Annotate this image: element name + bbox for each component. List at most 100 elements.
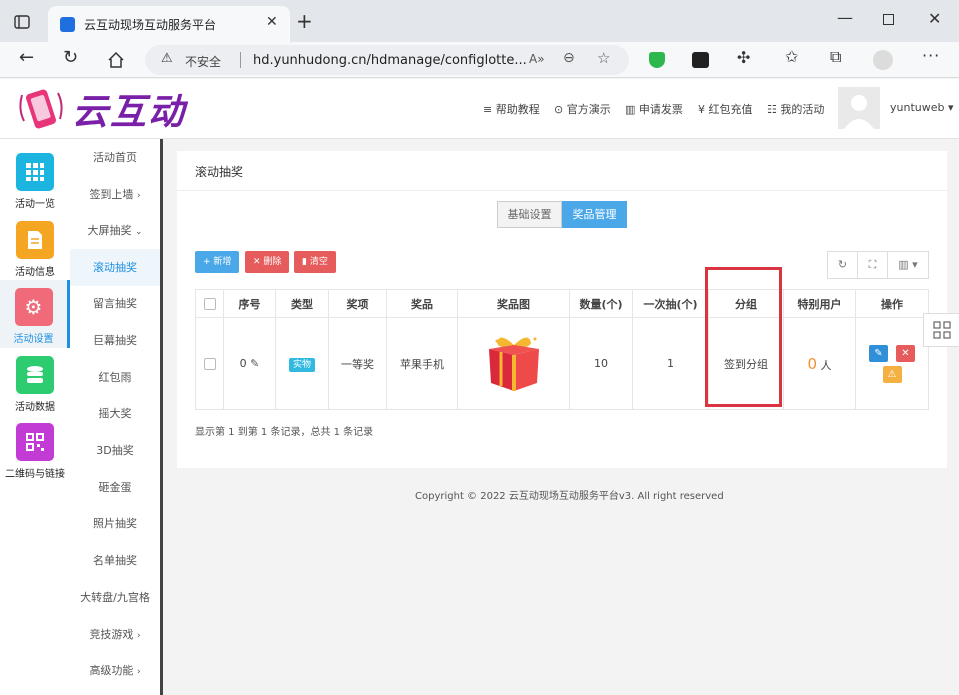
read-aloud-icon[interactable]: A» (529, 52, 545, 66)
pagination-info: 显示第 1 到第 1 条记录，总共 1 条记录 (195, 427, 374, 438)
remove-button[interactable]: ✕ (896, 344, 915, 362)
delete-button[interactable]: ✕ 删除 (245, 251, 290, 273)
maximize-icon[interactable] (883, 14, 894, 25)
extension-icon[interactable] (692, 52, 709, 68)
sub-item-golden-egg[interactable]: 砸金蛋 (70, 469, 160, 506)
shield-extension-icon[interactable] (649, 52, 665, 68)
security-label: 不安全 (185, 55, 222, 69)
database-icon (16, 356, 54, 394)
minimize-icon[interactable]: — (837, 8, 853, 27)
new-tab-icon[interactable]: + (296, 9, 313, 33)
zoom-icon[interactable]: ⊖ (563, 50, 575, 66)
browser-address-bar: ← ↻ ⚠ 不安全 hd.yunhudong.cn/hdmanage/confi… (0, 42, 959, 78)
refresh-table-icon[interactable]: ↻ (828, 252, 858, 278)
prize-table: 序号 类型 奖项 奖品 奖品图 数量(个) 一次抽(个) 分组 特别用户 操作 … (195, 289, 929, 410)
warning-button[interactable]: ⚠ (882, 365, 902, 383)
sub-item-message-draw[interactable]: 留言抽奖 (70, 285, 160, 322)
avatar[interactable] (838, 87, 880, 129)
browser-tab-bar: 云互动现场互动服务平台 ✕ + — ✕ (0, 0, 959, 42)
sub-item-home[interactable]: 活动首页 (70, 139, 160, 176)
puzzle-icon[interactable]: ✣ (737, 48, 750, 67)
col-actions[interactable]: 操作 (855, 289, 929, 318)
table-row: 0 ✎ 实物 一等奖 苹果手机 10 1 签到分组 0 人 ✎ ✕ ⚠ (195, 317, 929, 410)
table-header-row: 序号 类型 奖项 奖品 奖品图 数量(个) 一次抽(个) 分组 特别用户 操作 (195, 289, 929, 318)
table-tools: ↻ ⛶ ▥ ▾ (827, 251, 929, 279)
home-icon[interactable] (107, 51, 125, 69)
qrcode-float-icon (932, 321, 951, 339)
sub-item-3d-draw[interactable]: 3D抽奖 (70, 432, 160, 469)
highlight-box (705, 267, 782, 407)
url-field[interactable]: ⚠ 不安全 hd.yunhudong.cn/hdmanage/configlot… (145, 45, 629, 75)
col-award[interactable]: 奖项 (328, 289, 387, 318)
sub-item-advanced[interactable]: 高级功能 › (70, 652, 160, 689)
col-per-draw[interactable]: 一次抽(个) (632, 289, 709, 318)
nav-my-activity[interactable]: ☷ 我的活动 (767, 101, 824, 117)
collections-icon[interactable]: ⧉ (830, 47, 841, 67)
refresh-icon[interactable]: ↻ (63, 47, 78, 68)
cell-special-user[interactable]: 0 人 (783, 317, 856, 410)
col-prize-image[interactable]: 奖品图 (457, 289, 570, 318)
grid-icon (16, 153, 54, 191)
sub-item-list-draw[interactable]: 名单抽奖 (70, 542, 160, 579)
tab-title: 云互动现场互动服务平台 (84, 18, 217, 32)
nav-invoice[interactable]: ▥ 申请发票 (625, 101, 683, 117)
nav-help[interactable]: ≡ 帮助教程 (483, 101, 540, 117)
profile-icon[interactable] (873, 50, 893, 70)
cell-type: 实物 (275, 317, 329, 410)
document-icon (16, 221, 54, 259)
sidebar-main: 活动一览 活动信息 ⚙ 活动设置 活动数据 二维码与链接 (0, 139, 70, 695)
edit-pencil-icon[interactable]: ✎ (250, 357, 259, 370)
tab-prize-management[interactable]: 奖品管理 (562, 201, 627, 228)
sub-item-photo-draw[interactable]: 照片抽奖 (70, 505, 160, 542)
more-icon[interactable]: ··· (922, 46, 940, 65)
sidebar-item-settings[interactable]: ⚙ 活动设置 (0, 280, 70, 348)
sidebar-item-overview[interactable]: 活动一览 (0, 145, 70, 213)
col-prize[interactable]: 奖品 (386, 289, 458, 318)
sub-item-rolling-draw[interactable]: 滚动抽奖 (70, 249, 160, 286)
sub-item-games[interactable]: 竞技游戏 › (70, 616, 160, 653)
tab-close-icon[interactable]: ✕ (266, 14, 278, 30)
col-index[interactable]: 序号 (223, 289, 276, 318)
sidebar-item-data[interactable]: 活动数据 (0, 348, 70, 416)
header-checkbox[interactable] (195, 289, 224, 318)
tab-actions-icon[interactable] (12, 12, 32, 32)
browser-tab[interactable]: 云互动现场互动服务平台 ✕ (48, 6, 290, 42)
add-button[interactable]: + 新增 (195, 251, 240, 273)
sub-item-big-screen[interactable]: 大屏抽奖 ⌄ (70, 212, 160, 249)
col-quantity[interactable]: 数量(个) (569, 289, 633, 318)
favorites-icon[interactable]: ✩ (785, 47, 798, 66)
fullscreen-icon[interactable]: ⛶ (858, 252, 888, 278)
gift-box-icon (488, 337, 539, 391)
floating-qr-button[interactable] (923, 313, 959, 347)
warning-icon: ⚠ (161, 51, 173, 66)
columns-dropdown-icon[interactable]: ▥ ▾ (888, 252, 928, 278)
sidebar-sub: 活动首页 签到上墙 › 大屏抽奖 ⌄ 滚动抽奖 留言抽奖 巨幕抽奖 红包雨 摇大… (70, 139, 163, 695)
tab-basic-settings[interactable]: 基础设置 (497, 201, 562, 228)
window-close-icon[interactable]: ✕ (928, 9, 941, 28)
col-special-user[interactable]: 特别用户 (783, 289, 856, 318)
sidebar-item-info[interactable]: 活动信息 (0, 213, 70, 281)
row-checkbox[interactable] (195, 317, 224, 410)
logo-icon (18, 85, 64, 133)
cell-award: 一等奖 (328, 317, 387, 410)
favorite-add-icon[interactable]: ☆ (597, 49, 610, 67)
back-icon[interactable]: ← (19, 47, 34, 68)
col-type[interactable]: 类型 (275, 289, 329, 318)
clear-button[interactable]: ▮ 清空 (294, 251, 336, 273)
sub-item-shake[interactable]: 摇大奖 (70, 395, 160, 432)
sidebar-item-qrcode[interactable]: 二维码与链接 (0, 415, 70, 483)
site-favicon-icon (60, 17, 75, 32)
sub-item-red-rain[interactable]: 红包雨 (70, 359, 160, 396)
sub-item-checkin-wall[interactable]: 签到上墙 › (70, 176, 160, 213)
edit-button[interactable]: ✎ (869, 344, 888, 362)
sub-item-giant-screen[interactable]: 巨幕抽奖 (70, 322, 160, 359)
nav-recharge[interactable]: ¥ 红包充值 (698, 101, 753, 117)
gear-icon: ⚙ (14, 288, 53, 326)
nav-demo[interactable]: ⊙ 官方演示 (554, 101, 611, 117)
cell-index: 0 ✎ (223, 317, 276, 410)
sub-item-wheel[interactable]: 大转盘/九宫格 (70, 579, 160, 616)
page-title: 滚动抽奖 (195, 165, 244, 179)
logo-text: 云互动 (72, 92, 187, 133)
username-dropdown[interactable]: yuntuweb ▾ (890, 101, 954, 114)
cell-actions: ✎ ✕ ⚠ (855, 317, 929, 410)
